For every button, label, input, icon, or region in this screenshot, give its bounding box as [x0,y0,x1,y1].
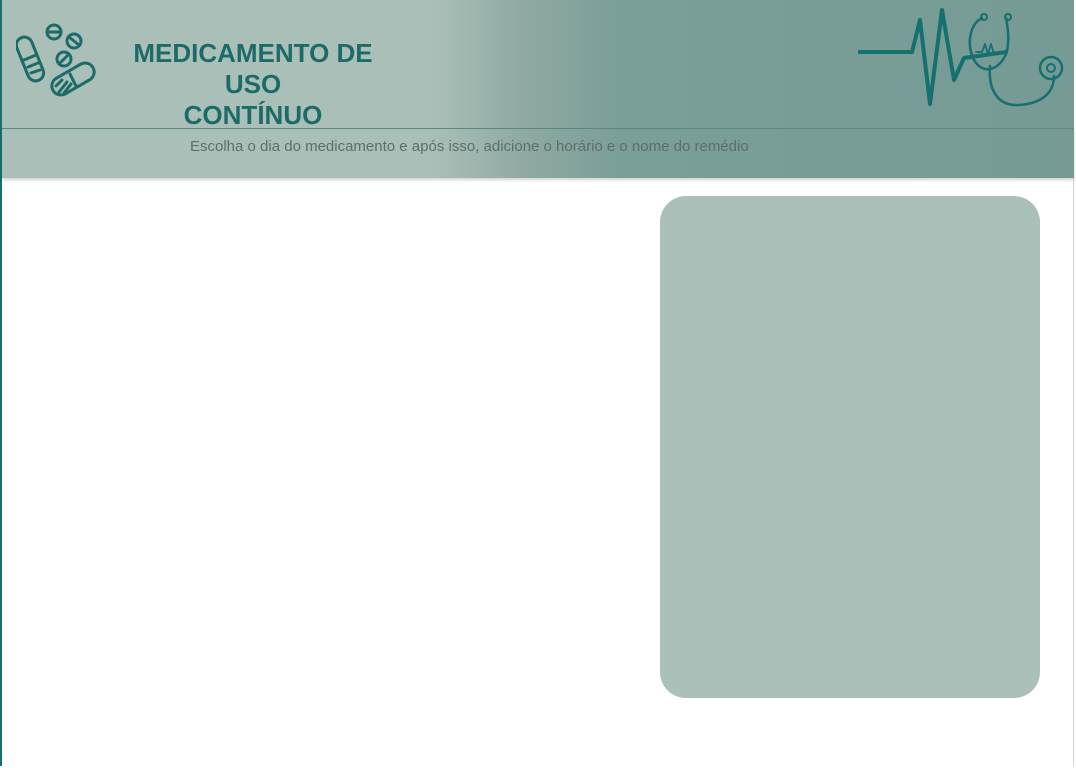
instruction-text: Escolha o dia do medicamento e após isso… [190,138,749,155]
header-bar: MEDICAMENTO DE USO CONTÍNUO [2,0,1074,131]
schedule-panel [660,196,1040,698]
page-title: MEDICAMENTO DE USO CONTÍNUO [102,38,404,131]
page-title-line1: MEDICAMENTO DE USO [133,38,373,99]
page-title-line2: CONTÍNUO [183,100,323,130]
heartbeat-stethoscope-icon [858,8,1064,107]
pills-icon [16,23,96,97]
